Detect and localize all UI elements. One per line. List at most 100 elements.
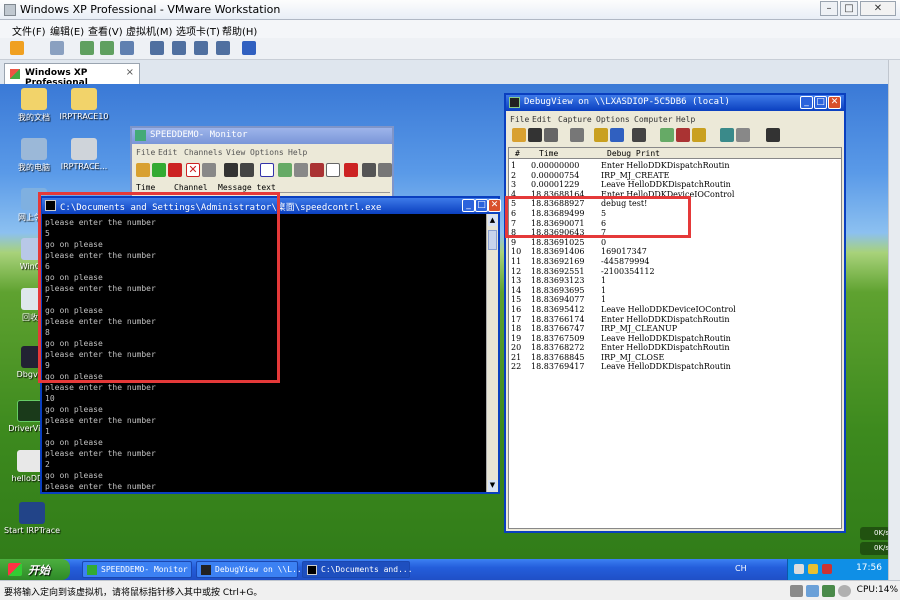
stop-icon[interactable]: [168, 163, 182, 177]
column-time[interactable]: Time: [539, 149, 558, 158]
task-console[interactable]: C:\Documents and...: [302, 561, 413, 578]
desktop-icon-irptrace[interactable]: IRPTRACE...: [56, 138, 112, 171]
maximize-button[interactable]: □: [840, 1, 858, 16]
auto-scroll-icon[interactable]: [692, 128, 706, 142]
network-icon[interactable]: [794, 564, 804, 574]
menu-tabs[interactable]: 选项卡(T): [176, 23, 220, 38]
usb-icon[interactable]: [838, 585, 851, 597]
log-row[interactable]: 21 18.83768845 IRP_MJ_CLOSE: [509, 353, 841, 363]
menu-help[interactable]: 帮助(H): [222, 23, 257, 38]
funnel-icon[interactable]: [344, 163, 358, 177]
edit-icon[interactable]: [310, 163, 324, 177]
send-keys-icon[interactable]: [50, 41, 64, 55]
debugview-menu-file[interactable]: File: [510, 115, 529, 124]
menu-file[interactable]: 文件(F): [12, 23, 46, 38]
log-row[interactable]: 11 18.83692169 -445879994: [509, 257, 841, 267]
console-close-button[interactable]: ✕: [488, 199, 501, 212]
console-maximize-button[interactable]: □: [475, 199, 488, 212]
log-row[interactable]: 15 18.83694077 1: [509, 295, 841, 305]
scroll-down-icon[interactable]: ▼: [488, 480, 497, 491]
view-console-icon[interactable]: [150, 41, 164, 55]
menu-view[interactable]: 查看(V): [88, 23, 123, 38]
find-icon[interactable]: [766, 128, 780, 142]
snapshot-manager-icon[interactable]: [120, 41, 134, 55]
log-row[interactable]: 10 18.83691406 169017347: [509, 247, 841, 257]
debugview-menu-edit[interactable]: Edit: [532, 115, 551, 124]
print-icon[interactable]: [240, 163, 254, 177]
network-adapter-icon[interactable]: [822, 585, 835, 597]
properties-icon[interactable]: [326, 163, 340, 177]
scroll-icon[interactable]: [260, 163, 274, 177]
stretch-icon[interactable]: [216, 41, 230, 55]
speeddemo-menu-edit[interactable]: Edit: [158, 148, 177, 157]
unity-icon[interactable]: [194, 41, 208, 55]
debugview-maximize-button[interactable]: □: [814, 96, 827, 109]
debugview-close-button[interactable]: ✕: [828, 96, 841, 109]
debugview-minimize-button[interactable]: _: [800, 96, 813, 109]
scroll-up-icon[interactable]: ▲: [488, 215, 497, 226]
log-row[interactable]: 13 18.83693123 1: [509, 276, 841, 286]
shield-icon[interactable]: [822, 564, 832, 574]
menu-vm[interactable]: 虚拟机(M): [126, 23, 172, 38]
start-button[interactable]: 开始: [0, 559, 70, 580]
open-icon[interactable]: [512, 128, 526, 142]
debugview-menu-options[interactable]: Options: [596, 115, 630, 124]
clear-icon[interactable]: ✕: [186, 163, 200, 177]
desktop-icon-my-documents[interactable]: 我的文档: [6, 88, 62, 123]
speeddemo-menu-view[interactable]: View: [226, 148, 245, 157]
print-icon[interactable]: [544, 128, 558, 142]
save-icon[interactable]: [224, 163, 238, 177]
debugview-menu-computer[interactable]: Computer: [634, 115, 673, 124]
log-row[interactable]: 9 18.83691025 0: [509, 238, 841, 248]
column-number[interactable]: #: [515, 149, 520, 158]
log-row[interactable]: 20 18.83768272 Enter HelloDDKDispatchRouti…: [509, 343, 841, 353]
console-scrollbar[interactable]: ▲ ▼: [486, 214, 498, 492]
clear-display-icon[interactable]: [632, 128, 646, 142]
clock-time-icon[interactable]: [676, 128, 690, 142]
log-row[interactable]: 1 0.00000000 Enter HelloDDKDispatchRoutin: [509, 161, 841, 171]
clock[interactable]: 17:56: [856, 563, 882, 573]
filter-icon[interactable]: [202, 163, 216, 177]
minimize-button[interactable]: –: [820, 1, 838, 16]
debugview-menu-capture[interactable]: Capture: [558, 115, 592, 124]
save-icon[interactable]: [528, 128, 542, 142]
debugview-menu-help[interactable]: Help: [676, 115, 695, 124]
highlight-icon[interactable]: [294, 163, 308, 177]
log-row[interactable]: 14 18.83693695 1: [509, 286, 841, 296]
thumbnail-icon[interactable]: [242, 41, 256, 55]
computer-icon[interactable]: [362, 163, 376, 177]
filter-icon[interactable]: [720, 128, 734, 142]
open-icon[interactable]: [136, 163, 150, 177]
capture-icon[interactable]: [570, 128, 584, 142]
revert-snapshot-icon[interactable]: [100, 41, 114, 55]
desktop-icon-my-computer[interactable]: 我的电脑: [6, 138, 62, 173]
language-indicator[interactable]: CH: [735, 564, 747, 573]
scroll-thumb[interactable]: [488, 230, 497, 250]
pass-through-icon[interactable]: [610, 128, 624, 142]
alert-icon[interactable]: [808, 564, 818, 574]
log-row[interactable]: 19 18.83767509 Leave HelloDDKDispatchRouti…: [509, 334, 841, 344]
log-row[interactable]: 12 18.83692551 -2100354112: [509, 267, 841, 277]
highlight-icon[interactable]: [736, 128, 750, 142]
time-format-icon[interactable]: [660, 128, 674, 142]
speeddemo-menu-channels[interactable]: Channels: [184, 148, 223, 157]
start-icon[interactable]: [152, 163, 166, 177]
capture-icon[interactable]: [378, 163, 392, 177]
desktop-icon-irptrace10[interactable]: IRPTRACE10: [56, 88, 112, 121]
speeddemo-title-bar[interactable]: SPEEDDEMO- Monitor: [132, 128, 392, 144]
speeddemo-menu-help[interactable]: Help: [288, 148, 307, 157]
column-time[interactable]: Time: [136, 183, 155, 192]
log-row[interactable]: 3 0.00001229 Leave HelloDDKDispatchRoutin: [509, 180, 841, 190]
speeddemo-menu-options[interactable]: Options: [250, 148, 284, 157]
console-minimize-button[interactable]: _: [462, 199, 475, 212]
task-debugview[interactable]: DebugView on \\L...: [196, 561, 307, 578]
close-button[interactable]: ✕: [860, 1, 896, 16]
column-message[interactable]: Message text: [218, 183, 276, 192]
capture-kernel-icon[interactable]: [594, 128, 608, 142]
debugview-title-bar[interactable]: DebugView on \\LXASDIOP-5C5DB6 (local) _…: [506, 95, 844, 111]
power-icon[interactable]: [10, 41, 24, 55]
task-speeddemo[interactable]: SPEEDDEMO- Monitor: [82, 561, 192, 578]
log-row[interactable]: 2 0.00000754 IRP_MJ_CREATE: [509, 171, 841, 181]
log-row[interactable]: 22 18.83769417 Leave HelloDDKDispatchRouti…: [509, 362, 841, 372]
log-row[interactable]: 17 18.83766174 Enter HelloDDKDispatchRouti…: [509, 315, 841, 325]
